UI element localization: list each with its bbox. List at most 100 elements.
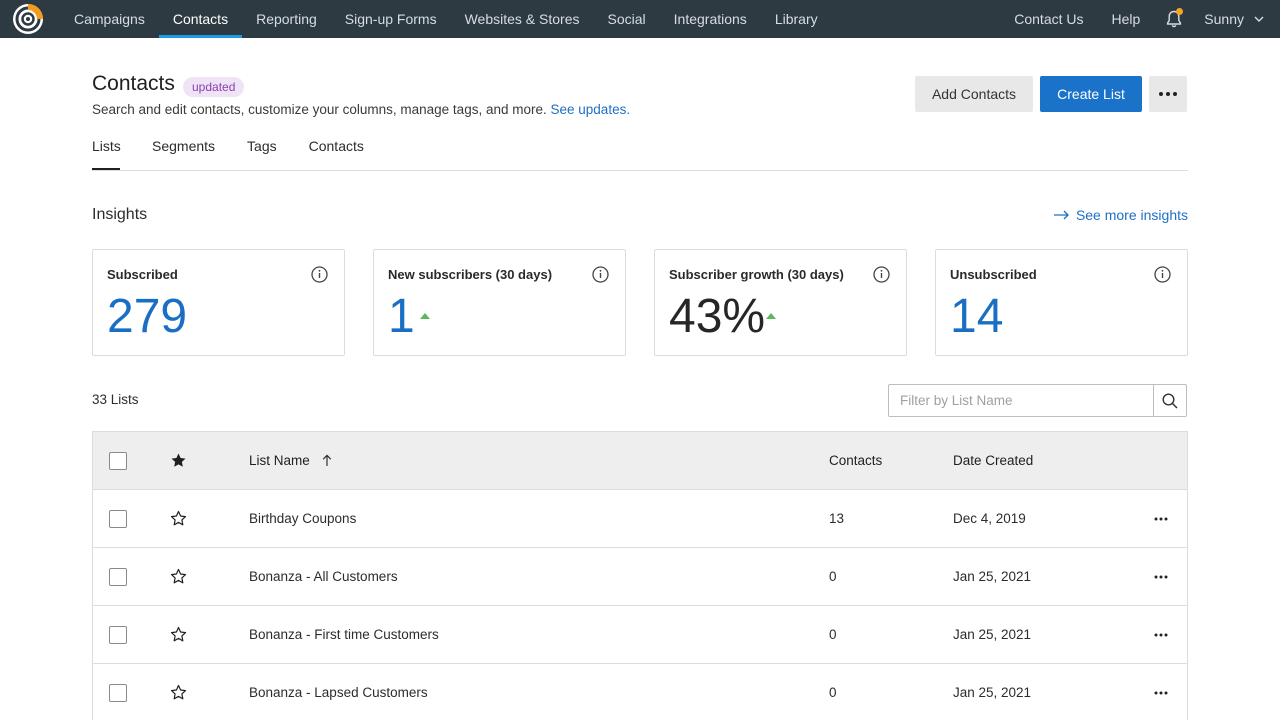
contacts-tabs: Lists Segments Tags Contacts (92, 138, 364, 170)
page-subtitle: Search and edit contacts, customize your… (92, 102, 630, 117)
main-nav: Campaigns Contacts Reporting Sign-up For… (60, 0, 832, 38)
contacts-count-cell: 0 (829, 569, 837, 584)
updated-badge: updated (183, 77, 245, 97)
list-name-cell[interactable]: Bonanza - First time Customers (249, 627, 439, 642)
nav-item-library[interactable]: Library (761, 0, 832, 38)
card-label: New subscribers (30 days) (388, 267, 553, 282)
column-header-list-name[interactable]: List Name (249, 453, 332, 468)
row-actions-button[interactable] (1153, 627, 1169, 643)
insight-card-subscribed: Subscribed 279 (92, 249, 345, 356)
column-label: List Name (249, 453, 310, 468)
date-created-cell: Dec 4, 2019 (953, 511, 1026, 526)
contacts-count-cell: 0 (829, 627, 837, 642)
filter-box (888, 384, 1187, 417)
list-name-cell[interactable]: Bonanza - All Customers (249, 569, 398, 584)
more-actions-button[interactable] (1149, 76, 1187, 112)
tabs-divider (92, 170, 1188, 171)
star-outline-icon[interactable] (170, 568, 187, 585)
tab-tags[interactable]: Tags (247, 138, 277, 170)
subtitle-text: Search and edit contacts, customize your… (92, 102, 547, 117)
sort-ascending-icon[interactable] (322, 454, 332, 467)
column-header-contacts[interactable]: Contacts (829, 453, 882, 468)
create-list-button[interactable]: Create List (1040, 76, 1142, 112)
nav-item-social[interactable]: Social (594, 0, 660, 38)
table-row[interactable]: Bonanza - First time Customers 0 Jan 25,… (93, 606, 1187, 664)
chevron-down-icon (1254, 16, 1264, 22)
card-value: 1 (388, 290, 415, 343)
more-horizontal-icon (1159, 92, 1177, 96)
row-checkbox[interactable] (109, 510, 127, 528)
tab-contacts[interactable]: Contacts (309, 138, 364, 170)
insights-title: Insights (92, 206, 148, 223)
nav-item-websites-stores[interactable]: Websites & Stores (451, 0, 594, 38)
row-checkbox[interactable] (109, 684, 127, 702)
list-count: 33 Lists (92, 392, 139, 407)
tab-segments[interactable]: Segments (152, 138, 215, 170)
notifications-button[interactable] (1154, 0, 1194, 38)
nav-item-reporting[interactable]: Reporting (242, 0, 331, 38)
card-value: 43% (669, 290, 766, 343)
card-value: 279 (107, 290, 188, 343)
row-actions-button[interactable] (1153, 569, 1169, 585)
star-outline-icon[interactable] (170, 510, 187, 527)
star-outline-icon[interactable] (170, 626, 187, 643)
card-value: 14 (950, 290, 1004, 343)
info-icon[interactable] (1154, 266, 1171, 283)
select-all-checkbox[interactable] (109, 452, 127, 470)
table-row[interactable]: Birthday Coupons 13 Dec 4, 2019 (93, 490, 1187, 548)
date-created-cell: Jan 25, 2021 (953, 627, 1032, 642)
nav-item-campaigns[interactable]: Campaigns (60, 0, 159, 38)
date-created-cell: Jan 25, 2021 (953, 685, 1032, 700)
info-icon[interactable] (311, 266, 328, 283)
card-label: Subscribed (107, 267, 178, 282)
insight-card-subscriber-growth: Subscriber growth (30 days) 43% (654, 249, 907, 356)
star-outline-icon[interactable] (170, 684, 187, 701)
filter-by-list-name-input[interactable] (889, 385, 1153, 416)
nav-right: Contact Us Help Sunny (1000, 0, 1280, 38)
table-row[interactable]: Bonanza - Lapsed Customers 0 Jan 25, 202… (93, 664, 1187, 720)
nav-item-contacts[interactable]: Contacts (158, 0, 243, 38)
see-updates-link[interactable]: See updates. (551, 102, 631, 117)
search-icon (1162, 392, 1178, 409)
card-label: Unsubscribed (950, 267, 1037, 282)
see-more-label: See more insights (1075, 207, 1188, 223)
insight-card-unsubscribed: Unsubscribed 14 (935, 249, 1188, 356)
list-name-cell[interactable]: Bonanza - Lapsed Customers (249, 685, 428, 700)
more-horizontal-icon (1154, 691, 1168, 695)
row-checkbox[interactable] (109, 568, 127, 586)
row-actions-button[interactable] (1153, 511, 1169, 527)
more-horizontal-icon (1154, 633, 1168, 637)
more-horizontal-icon (1154, 575, 1168, 579)
row-actions-button[interactable] (1153, 685, 1169, 701)
lists-table: List Name Contacts Date Created Birthday… (92, 431, 1188, 720)
info-icon[interactable] (873, 266, 890, 283)
more-horizontal-icon (1154, 517, 1168, 521)
see-more-insights-link[interactable]: See more insights (1053, 207, 1188, 223)
contacts-count-cell: 0 (829, 685, 837, 700)
user-menu[interactable]: Sunny (1194, 0, 1280, 38)
top-navigation-bar: Campaigns Contacts Reporting Sign-up For… (0, 0, 1280, 38)
star-filled-icon[interactable] (170, 452, 187, 469)
help-link[interactable]: Help (1098, 0, 1155, 38)
table-header: List Name Contacts Date Created (93, 432, 1187, 490)
tab-lists[interactable]: Lists (92, 138, 121, 170)
table-row[interactable]: Bonanza - All Customers 0 Jan 25, 2021 (93, 548, 1187, 606)
constant-contact-logo-icon[interactable] (12, 3, 44, 35)
info-icon[interactable] (592, 266, 609, 283)
contact-us-link[interactable]: Contact Us (1000, 0, 1097, 38)
nav-item-integrations[interactable]: Integrations (660, 0, 761, 38)
trend-up-icon (420, 313, 430, 319)
trend-up-icon (766, 313, 776, 319)
date-created-cell: Jan 25, 2021 (953, 569, 1032, 584)
add-contacts-button[interactable]: Add Contacts (915, 76, 1033, 112)
insight-card-new-subscribers: New subscribers (30 days) 1 (373, 249, 626, 356)
arrow-right-icon (1053, 210, 1069, 220)
list-name-cell[interactable]: Birthday Coupons (249, 511, 356, 526)
search-button[interactable] (1153, 385, 1186, 416)
user-name: Sunny (1204, 11, 1244, 27)
contacts-count-cell: 13 (829, 511, 845, 526)
card-label: Subscriber growth (30 days) (669, 267, 844, 282)
column-header-date-created[interactable]: Date Created (953, 453, 1033, 468)
row-checkbox[interactable] (109, 626, 127, 644)
nav-item-signup-forms[interactable]: Sign-up Forms (331, 0, 451, 38)
